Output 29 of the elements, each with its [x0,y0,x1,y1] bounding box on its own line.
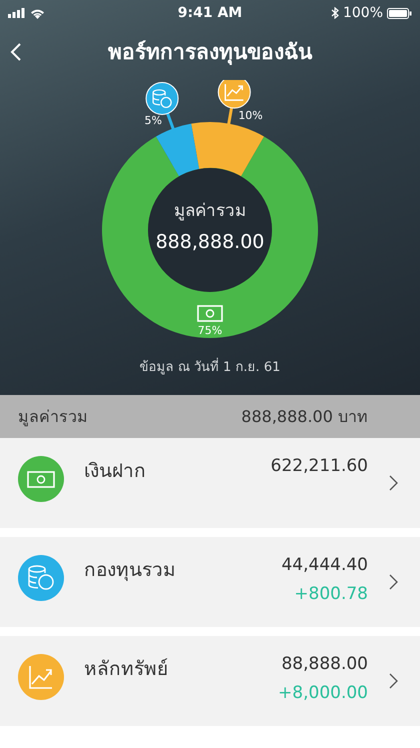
account-row[interactable]: กองทุนรวม 44,444.40 +800.78 [0,537,420,627]
battery-percent: 100% [342,5,383,21]
summary-value: 888,888.00 บาท [241,406,368,428]
signal-icon [8,8,26,18]
chevron-icon [389,475,398,491]
account-value: 88,888.00 [281,654,368,674]
summary-label: มูลค่ารวม [18,406,88,428]
chevron-icon [389,673,398,689]
chevron-icon [389,574,398,590]
account-name: กองทุนรวม [84,558,177,583]
account-change: +800.78 [294,584,368,604]
center-label: มูลค่ารวม [174,201,246,221]
account-row[interactable]: เงินฝาก 622,211.60 [0,438,420,528]
slice-percent: 5% [144,114,162,128]
wifi-icon [30,8,45,18]
page-title: พอร์ทการลงทุนของฉัน [108,38,312,67]
account-change: +8,000.00 [278,683,368,703]
status-time: 9:41 AM [178,5,242,21]
bluetooth-icon [330,7,339,19]
account-name: เงินฝาก [84,459,147,484]
account-name: หลักทรัพย์ [84,657,169,682]
data-date-note: ข้อมูล ณ วันที่ 1 ก.ย. 61 [0,356,420,377]
battery-icon [387,8,412,18]
slice-percent: 75% [198,324,222,337]
account-value: 622,211.60 [270,456,368,476]
center-value: 888,888.00 [156,231,264,253]
account-row[interactable]: หลักทรัพย์ 88,888.00 +8,000.00 [0,636,420,726]
account-value: 44,444.40 [281,555,368,575]
slice-percent: 10% [238,108,263,122]
